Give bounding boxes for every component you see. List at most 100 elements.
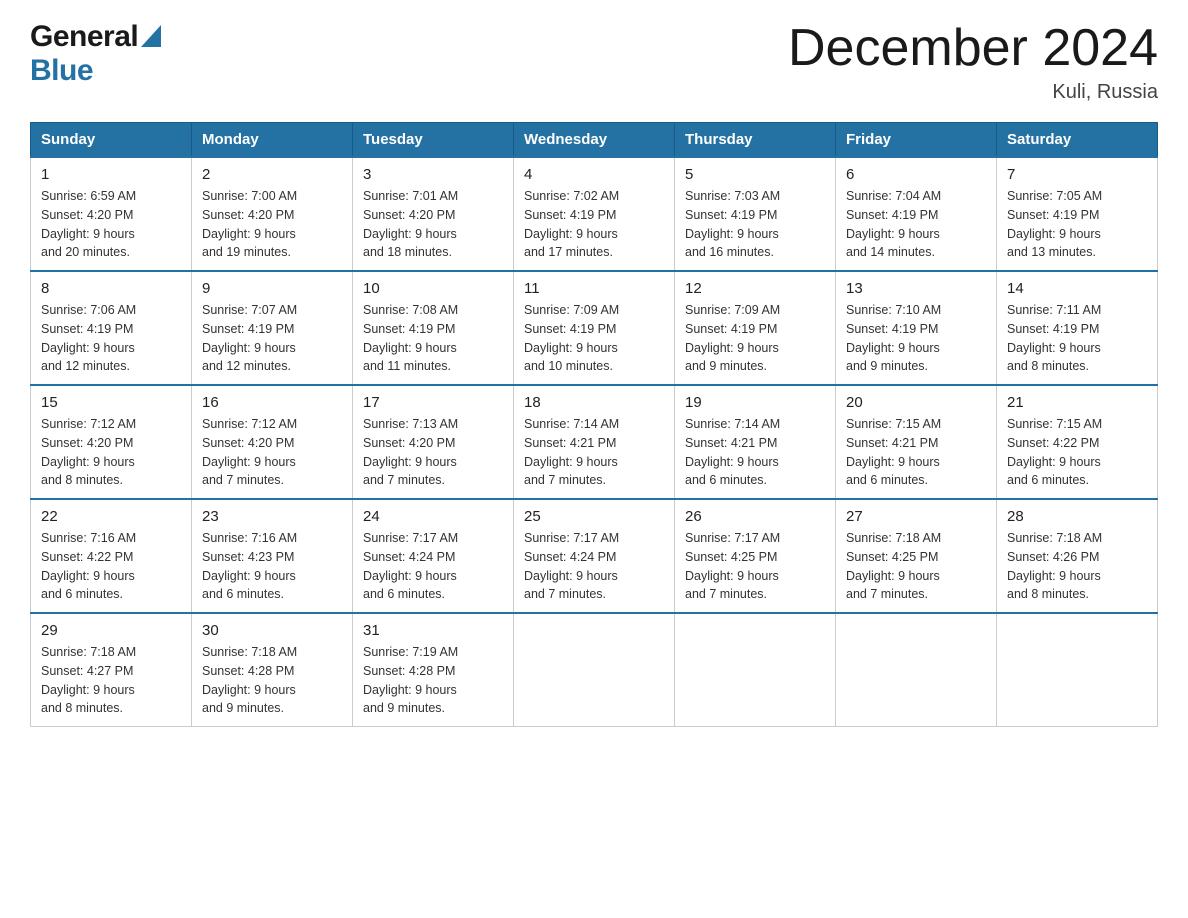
day-number: 24 xyxy=(363,508,503,525)
day-number: 15 xyxy=(41,394,181,411)
table-row: 16 Sunrise: 7:12 AM Sunset: 4:20 PM Dayl… xyxy=(192,385,353,499)
table-row: 12 Sunrise: 7:09 AM Sunset: 4:19 PM Dayl… xyxy=(675,271,836,385)
calendar-week-row: 15 Sunrise: 7:12 AM Sunset: 4:20 PM Dayl… xyxy=(31,385,1158,499)
day-info: Sunrise: 7:06 AM Sunset: 4:19 PM Dayligh… xyxy=(41,301,181,376)
day-info: Sunrise: 7:14 AM Sunset: 4:21 PM Dayligh… xyxy=(685,415,825,490)
day-number: 16 xyxy=(202,394,342,411)
day-info: Sunrise: 7:10 AM Sunset: 4:19 PM Dayligh… xyxy=(846,301,986,376)
table-row: 24 Sunrise: 7:17 AM Sunset: 4:24 PM Dayl… xyxy=(353,499,514,613)
table-row: 31 Sunrise: 7:19 AM Sunset: 4:28 PM Dayl… xyxy=(353,613,514,727)
calendar-week-row: 8 Sunrise: 7:06 AM Sunset: 4:19 PM Dayli… xyxy=(31,271,1158,385)
day-number: 22 xyxy=(41,508,181,525)
table-row xyxy=(675,613,836,727)
table-row: 25 Sunrise: 7:17 AM Sunset: 4:24 PM Dayl… xyxy=(514,499,675,613)
day-number: 20 xyxy=(846,394,986,411)
day-info: Sunrise: 7:09 AM Sunset: 4:19 PM Dayligh… xyxy=(685,301,825,376)
day-info: Sunrise: 7:01 AM Sunset: 4:20 PM Dayligh… xyxy=(363,187,503,262)
day-number: 2 xyxy=(202,166,342,183)
day-info: Sunrise: 7:18 AM Sunset: 4:25 PM Dayligh… xyxy=(846,529,986,604)
col-monday: Monday xyxy=(192,123,353,158)
table-row: 3 Sunrise: 7:01 AM Sunset: 4:20 PM Dayli… xyxy=(353,157,514,271)
logo-blue-text: Blue xyxy=(30,54,93,87)
calendar-week-row: 1 Sunrise: 6:59 AM Sunset: 4:20 PM Dayli… xyxy=(31,157,1158,271)
logo-general-text: General xyxy=(30,20,138,54)
day-info: Sunrise: 7:11 AM Sunset: 4:19 PM Dayligh… xyxy=(1007,301,1147,376)
table-row: 29 Sunrise: 7:18 AM Sunset: 4:27 PM Dayl… xyxy=(31,613,192,727)
table-row xyxy=(997,613,1158,727)
day-info: Sunrise: 7:04 AM Sunset: 4:19 PM Dayligh… xyxy=(846,187,986,262)
day-number: 9 xyxy=(202,280,342,297)
day-number: 29 xyxy=(41,622,181,639)
table-row: 11 Sunrise: 7:09 AM Sunset: 4:19 PM Dayl… xyxy=(514,271,675,385)
day-number: 30 xyxy=(202,622,342,639)
table-row: 26 Sunrise: 7:17 AM Sunset: 4:25 PM Dayl… xyxy=(675,499,836,613)
day-info: Sunrise: 7:05 AM Sunset: 4:19 PM Dayligh… xyxy=(1007,187,1147,262)
day-info: Sunrise: 7:08 AM Sunset: 4:19 PM Dayligh… xyxy=(363,301,503,376)
day-number: 7 xyxy=(1007,166,1147,183)
calendar-table: Sunday Monday Tuesday Wednesday Thursday… xyxy=(30,122,1158,727)
day-number: 19 xyxy=(685,394,825,411)
table-row: 6 Sunrise: 7:04 AM Sunset: 4:19 PM Dayli… xyxy=(836,157,997,271)
day-number: 13 xyxy=(846,280,986,297)
calendar-week-row: 22 Sunrise: 7:16 AM Sunset: 4:22 PM Dayl… xyxy=(31,499,1158,613)
day-number: 18 xyxy=(524,394,664,411)
table-row: 19 Sunrise: 7:14 AM Sunset: 4:21 PM Dayl… xyxy=(675,385,836,499)
calendar-week-row: 29 Sunrise: 7:18 AM Sunset: 4:27 PM Dayl… xyxy=(31,613,1158,727)
day-number: 3 xyxy=(363,166,503,183)
day-info: Sunrise: 7:02 AM Sunset: 4:19 PM Dayligh… xyxy=(524,187,664,262)
day-info: Sunrise: 7:18 AM Sunset: 4:28 PM Dayligh… xyxy=(202,643,342,718)
day-number: 21 xyxy=(1007,394,1147,411)
col-wednesday: Wednesday xyxy=(514,123,675,158)
day-number: 10 xyxy=(363,280,503,297)
calendar-header-row: Sunday Monday Tuesday Wednesday Thursday… xyxy=(31,123,1158,158)
table-row: 18 Sunrise: 7:14 AM Sunset: 4:21 PM Dayl… xyxy=(514,385,675,499)
calendar-title: December 2024 xyxy=(788,20,1158,77)
table-row: 21 Sunrise: 7:15 AM Sunset: 4:22 PM Dayl… xyxy=(997,385,1158,499)
table-row: 23 Sunrise: 7:16 AM Sunset: 4:23 PM Dayl… xyxy=(192,499,353,613)
col-tuesday: Tuesday xyxy=(353,123,514,158)
day-number: 26 xyxy=(685,508,825,525)
day-info: Sunrise: 6:59 AM Sunset: 4:20 PM Dayligh… xyxy=(41,187,181,262)
table-row: 9 Sunrise: 7:07 AM Sunset: 4:19 PM Dayli… xyxy=(192,271,353,385)
logo-triangle-icon xyxy=(141,25,161,52)
day-info: Sunrise: 7:17 AM Sunset: 4:24 PM Dayligh… xyxy=(363,529,503,604)
table-row: 8 Sunrise: 7:06 AM Sunset: 4:19 PM Dayli… xyxy=(31,271,192,385)
day-number: 5 xyxy=(685,166,825,183)
day-info: Sunrise: 7:07 AM Sunset: 4:19 PM Dayligh… xyxy=(202,301,342,376)
day-number: 23 xyxy=(202,508,342,525)
day-info: Sunrise: 7:12 AM Sunset: 4:20 PM Dayligh… xyxy=(202,415,342,490)
day-number: 6 xyxy=(846,166,986,183)
table-row: 13 Sunrise: 7:10 AM Sunset: 4:19 PM Dayl… xyxy=(836,271,997,385)
day-number: 17 xyxy=(363,394,503,411)
day-number: 27 xyxy=(846,508,986,525)
col-sunday: Sunday xyxy=(31,123,192,158)
calendar-subtitle: Kuli, Russia xyxy=(788,81,1158,104)
table-row: 2 Sunrise: 7:00 AM Sunset: 4:20 PM Dayli… xyxy=(192,157,353,271)
table-row: 28 Sunrise: 7:18 AM Sunset: 4:26 PM Dayl… xyxy=(997,499,1158,613)
day-number: 11 xyxy=(524,280,664,297)
day-info: Sunrise: 7:17 AM Sunset: 4:24 PM Dayligh… xyxy=(524,529,664,604)
day-number: 12 xyxy=(685,280,825,297)
day-number: 8 xyxy=(41,280,181,297)
day-info: Sunrise: 7:19 AM Sunset: 4:28 PM Dayligh… xyxy=(363,643,503,718)
table-row: 1 Sunrise: 6:59 AM Sunset: 4:20 PM Dayli… xyxy=(31,157,192,271)
logo: General Blue xyxy=(30,20,161,88)
table-row: 15 Sunrise: 7:12 AM Sunset: 4:20 PM Dayl… xyxy=(31,385,192,499)
col-friday: Friday xyxy=(836,123,997,158)
day-info: Sunrise: 7:15 AM Sunset: 4:22 PM Dayligh… xyxy=(1007,415,1147,490)
day-info: Sunrise: 7:00 AM Sunset: 4:20 PM Dayligh… xyxy=(202,187,342,262)
table-row: 7 Sunrise: 7:05 AM Sunset: 4:19 PM Dayli… xyxy=(997,157,1158,271)
col-saturday: Saturday xyxy=(997,123,1158,158)
table-row xyxy=(836,613,997,727)
day-info: Sunrise: 7:16 AM Sunset: 4:23 PM Dayligh… xyxy=(202,529,342,604)
table-row: 30 Sunrise: 7:18 AM Sunset: 4:28 PM Dayl… xyxy=(192,613,353,727)
day-info: Sunrise: 7:15 AM Sunset: 4:21 PM Dayligh… xyxy=(846,415,986,490)
table-row: 14 Sunrise: 7:11 AM Sunset: 4:19 PM Dayl… xyxy=(997,271,1158,385)
day-info: Sunrise: 7:03 AM Sunset: 4:19 PM Dayligh… xyxy=(685,187,825,262)
day-info: Sunrise: 7:09 AM Sunset: 4:19 PM Dayligh… xyxy=(524,301,664,376)
day-info: Sunrise: 7:18 AM Sunset: 4:26 PM Dayligh… xyxy=(1007,529,1147,604)
table-row: 4 Sunrise: 7:02 AM Sunset: 4:19 PM Dayli… xyxy=(514,157,675,271)
day-number: 4 xyxy=(524,166,664,183)
page-header: General Blue December 2024 Kuli, Russia xyxy=(30,20,1158,104)
table-row: 17 Sunrise: 7:13 AM Sunset: 4:20 PM Dayl… xyxy=(353,385,514,499)
